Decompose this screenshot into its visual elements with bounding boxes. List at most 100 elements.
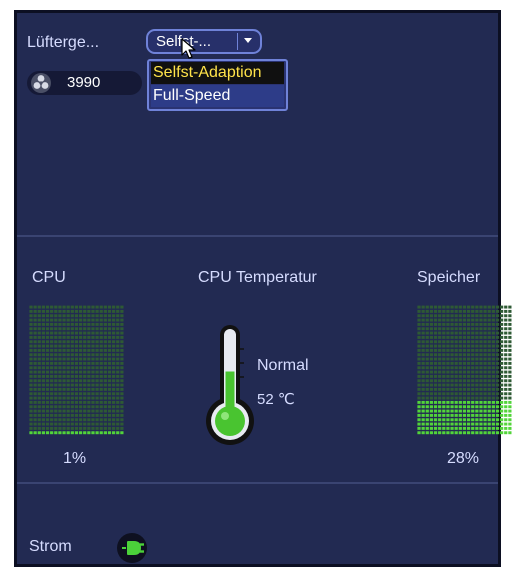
memory-meter-cell (508, 387, 512, 391)
dropdown-option-selfst-adaption[interactable]: Selfst-Adaption (151, 62, 284, 84)
memory-meter-cell (491, 331, 495, 335)
fan-mode-select[interactable]: Selfst-... (146, 29, 262, 54)
cpu-meter-cell (58, 418, 62, 422)
memory-meter-cell (479, 400, 483, 404)
memory-meter-cell (504, 305, 508, 309)
memory-meter-cell (442, 370, 446, 374)
cpu-meter-cell (70, 335, 74, 339)
memory-meter-cell (487, 305, 491, 309)
memory-meter-cell (462, 396, 467, 400)
memory-meter-cell (462, 426, 467, 430)
memory-meter-cell (425, 374, 429, 378)
memory-meter-cell (475, 405, 479, 409)
memory-meter-cell (438, 431, 442, 435)
cpu-meter-cell (66, 335, 70, 339)
memory-meter-cell (433, 348, 438, 352)
memory-meter-cell (495, 387, 500, 391)
dropdown-option-full-speed[interactable]: Full-Speed (151, 85, 284, 107)
cpu-meter-cell (66, 374, 70, 378)
memory-meter-cell (475, 383, 479, 387)
memory-meter-cell (462, 331, 467, 335)
cpu-meter-cell (74, 374, 79, 378)
memory-meter-cell (454, 318, 458, 322)
cpu-meter-cell (103, 318, 107, 322)
memory-meter-cell (438, 361, 442, 365)
cpu-meter-cell (70, 322, 74, 326)
memory-meter-cell (500, 396, 504, 400)
cpu-meter-cell (50, 374, 54, 378)
cpu-usage-meter (29, 305, 124, 435)
memory-meter-cell (433, 422, 438, 426)
memory-meter-cell (504, 344, 508, 348)
cpu-meter-cell (66, 392, 70, 396)
cpu-meter-cell (91, 353, 95, 357)
cpu-meter-cell (99, 348, 103, 352)
memory-meter-cell (417, 366, 421, 370)
memory-meter-cell (417, 340, 421, 344)
cpu-meter-cell (62, 344, 66, 348)
cpu-meter-cell (103, 400, 107, 404)
memory-meter-cell (491, 340, 495, 344)
memory-meter-cell (491, 370, 495, 374)
cpu-meter-cell (112, 331, 116, 335)
memory-meter-cell (433, 335, 438, 339)
memory-meter-cell (471, 335, 475, 339)
memory-meter-cell (475, 431, 479, 435)
memory-meter-cell (475, 413, 479, 417)
cpu-meter-cell (62, 348, 66, 352)
cpu-meter-cell (41, 379, 46, 383)
memory-meter-cell (417, 327, 421, 331)
memory-meter-cell (458, 379, 462, 383)
cpu-meter-cell (99, 344, 103, 348)
cpu-meter-cell (37, 357, 41, 361)
memory-meter-cell (446, 405, 450, 409)
cpu-meter-cell (99, 413, 103, 417)
cpu-meter-cell (66, 379, 70, 383)
cpu-meter-cell (29, 344, 33, 348)
temperature-status: Normal (257, 357, 309, 374)
memory-meter-cell (508, 348, 512, 352)
memory-meter-cell (495, 335, 500, 339)
memory-meter-cell (495, 340, 500, 344)
memory-meter-cell (458, 305, 462, 309)
memory-meter-cell (462, 340, 467, 344)
memory-meter-cell (421, 314, 425, 318)
cpu-meter-cell (107, 344, 112, 348)
cpu-meter-cell (112, 370, 116, 374)
memory-meter-cell (500, 331, 504, 335)
cpu-meter-cell (54, 413, 58, 417)
cpu-meter-cell (45, 387, 50, 391)
cpu-meter-cell (70, 314, 74, 318)
memory-meter-cell (466, 400, 471, 404)
cpu-meter-cell (50, 361, 54, 365)
cpu-meter-cell (107, 392, 112, 396)
memory-meter-cell (500, 400, 504, 404)
cpu-meter-cell (29, 340, 33, 344)
cpu-meter-cell (116, 335, 120, 339)
memory-meter-cell (442, 353, 446, 357)
memory-meter-cell (433, 353, 438, 357)
memory-meter-cell (500, 409, 504, 413)
cpu-meter-cell (33, 426, 37, 430)
memory-meter-cell (487, 366, 491, 370)
cpu-meter-cell (99, 374, 103, 378)
fan-mode-dropdown: Selfst-Adaption Full-Speed (147, 59, 288, 111)
memory-meter-cell (429, 361, 434, 365)
cpu-meter-cell (33, 379, 37, 383)
memory-meter-cell (417, 314, 421, 318)
memory-meter-cell (495, 344, 500, 348)
memory-meter-cell (446, 379, 450, 383)
cpu-meter-cell (41, 387, 46, 391)
memory-meter-cell (487, 405, 491, 409)
cpu-meter-cell (54, 379, 58, 383)
cpu-meter-cell (33, 387, 37, 391)
cpu-meter-cell (107, 396, 112, 400)
cpu-meter-cell (107, 305, 112, 309)
memory-meter-cell (491, 322, 495, 326)
cpu-meter-cell (58, 426, 62, 430)
chevron-down-icon[interactable] (244, 38, 252, 43)
memory-meter-cell (421, 322, 425, 326)
memory-meter-cell (458, 366, 462, 370)
cpu-meter-cell (87, 344, 91, 348)
cpu-meter-cell (70, 361, 74, 365)
